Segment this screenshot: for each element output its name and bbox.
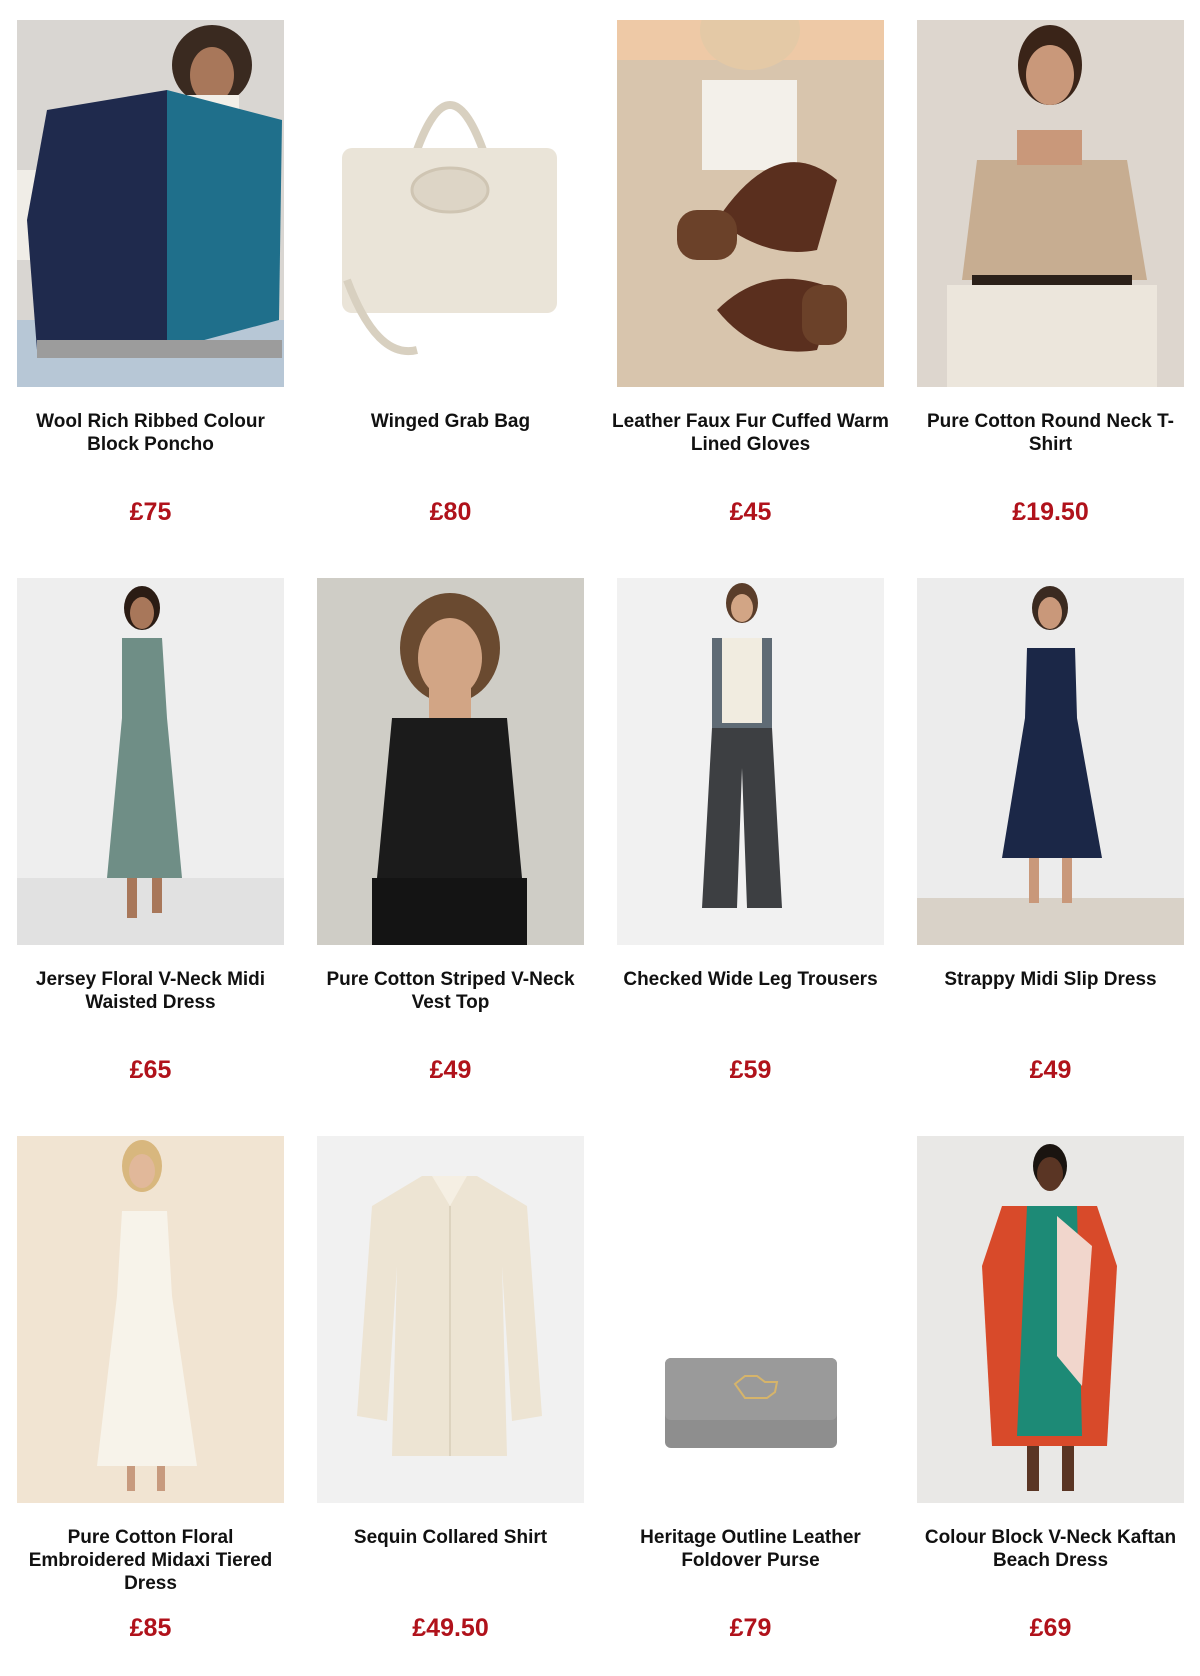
product-name[interactable]: Leather Faux Fur Cuffed Warm Lined Glove… <box>609 410 892 456</box>
product-card[interactable]: Winged Grab Bag £80 <box>317 20 584 560</box>
trousers-photo[interactable] <box>617 578 884 945</box>
product-name[interactable]: Heritage Outline Leather Foldover Purse <box>609 1526 892 1572</box>
sequin-shirt-photo[interactable] <box>317 1136 584 1503</box>
product-price: £79 <box>729 1614 772 1642</box>
product-price: £19.50 <box>1012 498 1089 526</box>
product-name[interactable]: Pure Cotton Floral Embroidered Midaxi Ti… <box>9 1526 292 1595</box>
vest-top-photo[interactable] <box>317 578 584 945</box>
product-price: £49.50 <box>412 1614 489 1642</box>
product-name[interactable]: Pure Cotton Striped V-Neck Vest Top <box>309 968 592 1014</box>
poncho-photo[interactable] <box>17 20 284 387</box>
product-name[interactable]: Pure Cotton Round Neck T-Shirt <box>909 410 1192 456</box>
product-card[interactable]: Checked Wide Leg Trousers £59 <box>617 578 884 1118</box>
product-name[interactable]: Sequin Collared Shirt <box>309 1526 592 1549</box>
product-price: £80 <box>429 498 472 526</box>
product-price: £59 <box>729 1056 772 1084</box>
slip-dress-photo[interactable] <box>917 578 1184 945</box>
product-card[interactable]: Wool Rich Ribbed Colour Block Poncho £75 <box>17 20 284 560</box>
floral-dress-photo[interactable] <box>17 578 284 945</box>
product-card[interactable]: Strappy Midi Slip Dress £49 <box>917 578 1184 1118</box>
product-price: £69 <box>1029 1614 1072 1642</box>
product-price: £45 <box>729 498 772 526</box>
product-name[interactable]: Colour Block V-Neck Kaftan Beach Dress <box>909 1526 1192 1572</box>
product-card[interactable]: Pure Cotton Floral Embroidered Midaxi Ti… <box>17 1136 284 1676</box>
product-price: £65 <box>129 1056 172 1084</box>
product-name[interactable]: Jersey Floral V-Neck Midi Waisted Dress <box>9 968 292 1014</box>
tiered-dress-photo[interactable] <box>17 1136 284 1503</box>
kaftan-photo[interactable] <box>917 1136 1184 1503</box>
product-name[interactable]: Winged Grab Bag <box>309 410 592 433</box>
product-price: £75 <box>129 498 172 526</box>
product-price: £49 <box>429 1056 472 1084</box>
product-card[interactable]: Jersey Floral V-Neck Midi Waisted Dress … <box>17 578 284 1118</box>
product-name[interactable]: Checked Wide Leg Trousers <box>609 968 892 991</box>
tshirt-photo[interactable] <box>917 20 1184 387</box>
purse-photo[interactable] <box>617 1136 884 1503</box>
product-price: £85 <box>129 1614 172 1642</box>
product-card[interactable]: Colour Block V-Neck Kaftan Beach Dress £… <box>917 1136 1184 1676</box>
product-grid: Wool Rich Ribbed Colour Block Poncho £75… <box>0 0 1200 1674</box>
product-card[interactable]: Leather Faux Fur Cuffed Warm Lined Glove… <box>612 20 889 560</box>
product-name[interactable]: Strappy Midi Slip Dress <box>909 968 1192 991</box>
product-price: £49 <box>1029 1056 1072 1084</box>
product-name[interactable]: Wool Rich Ribbed Colour Block Poncho <box>9 410 292 456</box>
handbag-photo[interactable] <box>317 20 584 387</box>
product-card[interactable]: Heritage Outline Leather Foldover Purse … <box>617 1136 884 1676</box>
product-card[interactable]: Pure Cotton Striped V-Neck Vest Top £49 <box>317 578 584 1118</box>
gloves-photo[interactable] <box>617 20 884 387</box>
product-card[interactable]: Sequin Collared Shirt £49.50 <box>317 1136 584 1676</box>
product-card[interactable]: Pure Cotton Round Neck T-Shirt £19.50 <box>917 20 1184 560</box>
